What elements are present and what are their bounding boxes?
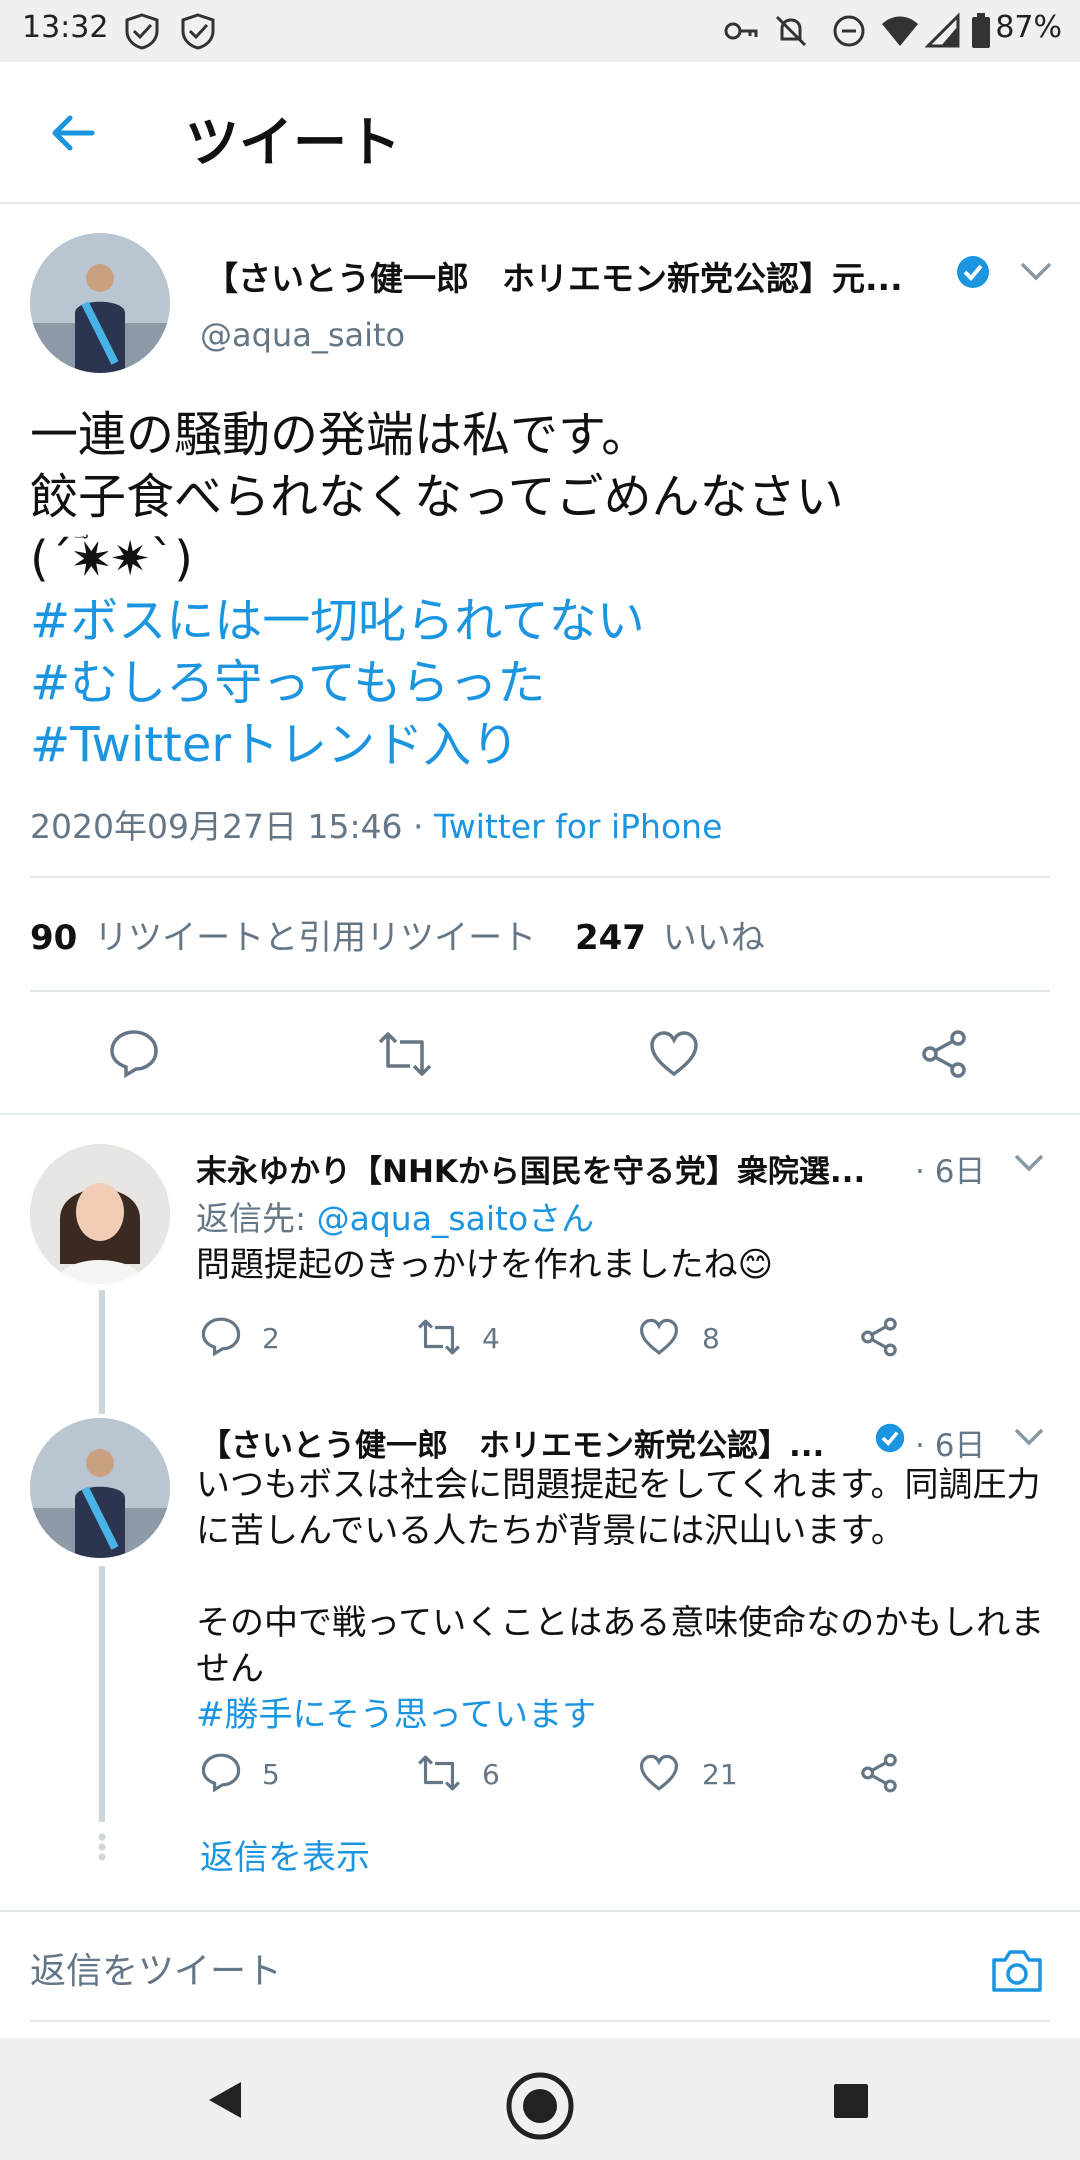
author-avatar[interactable] — [30, 233, 170, 373]
tweet-meta: 2020年09月27日 15:46 · Twitter for iPhone — [30, 800, 722, 848]
nav-recents-icon[interactable] — [832, 2082, 870, 2120]
like-heart-icon[interactable] — [638, 1754, 680, 1792]
reply-avatar[interactable] — [30, 1144, 170, 1284]
camera-icon[interactable] — [990, 1948, 1044, 1994]
reply-line: その中で戦っていくことはある意味使命なのかもしれま — [196, 1603, 1045, 1643]
divider — [30, 876, 1050, 878]
signal-icon — [925, 12, 960, 48]
reply-composer[interactable]: 返信をツイート — [0, 1910, 1080, 2022]
tweet-line: 餃子食べられなくなってごめんなさい — [30, 469, 844, 525]
tweet-line: 一連の騒動の発端は私です。 — [30, 407, 650, 463]
reply-author-name[interactable]: 末永ゆかり【NHKから国民を守る党】衆院選... — [196, 1146, 865, 1191]
share-icon[interactable] — [858, 1752, 900, 1794]
reply-line — [196, 1554, 1056, 1600]
author-name[interactable]: 【さいとう健一郎 ホリエモン新党公認】元... — [205, 252, 903, 300]
show-replies-link[interactable]: 返信を表示 — [200, 1830, 370, 1879]
reply-count: 2 — [262, 1322, 280, 1355]
author-handle[interactable]: @aqua_saito — [200, 316, 405, 354]
notifications-off-icon — [775, 15, 807, 47]
avatar-photo — [30, 1418, 170, 1558]
battery-icon — [972, 13, 990, 48]
shield-check-icon-2 — [181, 13, 215, 50]
reply-author-name[interactable]: 【さいとう健一郎 ホリエモン新党公認】... — [200, 1420, 824, 1465]
status-time: 13:32 — [22, 10, 109, 45]
thread-dots — [97, 1832, 107, 1862]
tweet-stats: 90 リツイートと引用リツイート 247 いいね — [30, 910, 765, 959]
like-heart-icon[interactable] — [638, 1318, 680, 1356]
divider — [0, 1113, 1080, 1115]
system-nav-bar — [0, 2038, 1080, 2160]
like-label[interactable]: いいね — [663, 918, 765, 958]
reply-to-handle[interactable]: @aqua_saitoさん — [317, 1199, 595, 1238]
retweet-count: 4 — [482, 1322, 500, 1355]
chevron-down-icon[interactable] — [1012, 1424, 1046, 1450]
hashtag-link[interactable]: #むしろ守ってもらった — [30, 652, 1050, 714]
retweet-count: 6 — [482, 1758, 500, 1791]
hashtag-link[interactable]: #勝手にそう思っています — [196, 1692, 1056, 1738]
do-not-disturb-icon — [833, 15, 865, 47]
divider — [30, 2020, 1050, 2022]
reply-age: · 6日 — [915, 1154, 986, 1190]
reply-count: 5 — [262, 1758, 280, 1791]
retweet-icon[interactable] — [376, 1030, 434, 1078]
tweet-text: 一連の騒動の発端は私です。 餃子食べられなくなってごめんなさい (´✷ؔ✷`) … — [30, 404, 1050, 776]
retweet-icon[interactable] — [416, 1754, 462, 1792]
like-count[interactable]: 247 — [575, 918, 646, 958]
nav-home-icon[interactable] — [504, 2070, 576, 2142]
divider — [30, 990, 1050, 992]
retweet-icon[interactable] — [416, 1318, 462, 1356]
reply-to: 返信先: @aqua_saitoさん — [196, 1192, 594, 1240]
reply-icon[interactable] — [200, 1316, 242, 1356]
chevron-down-icon[interactable] — [1018, 258, 1054, 286]
reply-icon[interactable] — [200, 1752, 242, 1792]
reply-avatar[interactable] — [30, 1418, 170, 1558]
retweet-count[interactable]: 90 — [30, 918, 77, 958]
retweet-label[interactable]: リツイートと引用リツイート — [94, 918, 536, 958]
verified-badge-icon — [957, 256, 989, 288]
reply-icon[interactable] — [108, 1028, 160, 1078]
reply-age: · 6日 — [915, 1428, 986, 1464]
thread-line — [99, 1566, 105, 1822]
share-icon[interactable] — [858, 1316, 900, 1358]
hashtag-link[interactable]: #ボスには一切叱られてない — [30, 590, 1050, 652]
nav-back-icon[interactable] — [203, 2078, 245, 2122]
reply-to-label: 返信先: — [196, 1199, 317, 1238]
reply-line: いつもボスは社会に問題提起をしてくれます。同調圧力 — [196, 1465, 1041, 1505]
like-heart-icon[interactable] — [648, 1030, 700, 1078]
top-app-bar: ツイート — [0, 62, 1080, 204]
tweet-timestamp: 2020年09月27日 15:46 · — [30, 807, 435, 846]
back-arrow-icon[interactable] — [44, 105, 100, 161]
shield-check-icon — [125, 13, 159, 50]
avatar-photo — [30, 233, 170, 373]
page-title: ツイート — [185, 111, 401, 174]
tweet-line: (´✷ؔ✷`) — [30, 531, 193, 587]
vpn-key-icon — [724, 22, 758, 40]
share-icon[interactable] — [918, 1028, 970, 1080]
thread-line — [99, 1290, 105, 1414]
like-count: 21 — [702, 1758, 738, 1791]
tweet-client-link[interactable]: Twitter for iPhone — [434, 807, 722, 846]
like-count: 8 — [702, 1322, 720, 1355]
verified-badge-icon — [875, 1423, 905, 1453]
reply-input-placeholder[interactable]: 返信をツイート — [30, 1942, 282, 1994]
status-bar: 13:32 87% — [0, 0, 1080, 62]
battery-percent: 87% — [995, 10, 1062, 45]
hashtag-link[interactable]: #Twitterトレンド入り — [30, 714, 1050, 776]
wifi-icon — [882, 16, 918, 46]
reply-text: いつもボスは社会に問題提起をしてくれます。同調圧力 に苦しんでいる人たちが背景に… — [196, 1462, 1056, 1738]
reply-line: せん — [196, 1649, 264, 1689]
chevron-down-icon[interactable] — [1012, 1150, 1046, 1176]
reply-line: に苦しんでいる人たちが背景には沢山います。 — [196, 1511, 905, 1551]
avatar-photo — [30, 1144, 170, 1284]
reply-text: 問題提起のきっかけを作れましたね😊 — [196, 1245, 774, 1285]
